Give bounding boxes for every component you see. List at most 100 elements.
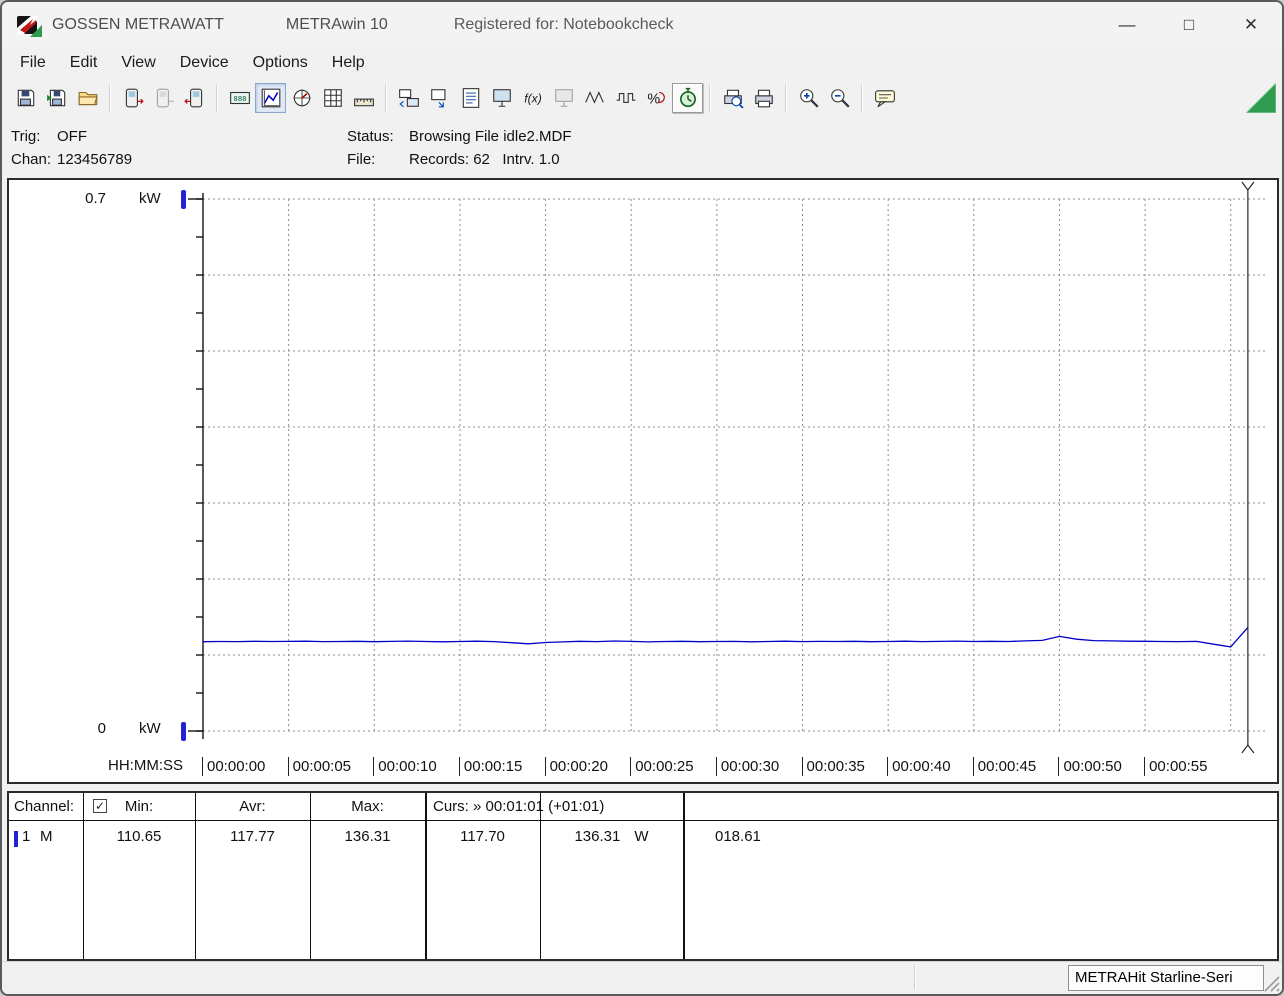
trig-label: Trig: — [11, 128, 41, 145]
row-channel-number: 1 — [22, 828, 31, 845]
close-button[interactable]: ✕ — [1220, 2, 1282, 48]
minimize-icon: — — [1118, 15, 1136, 34]
y-axis — [181, 190, 204, 741]
header-cursor: Curs: » 00:01:01 (+01:01) — [433, 798, 605, 815]
menu-file[interactable]: File — [8, 51, 58, 75]
chart-icon — [260, 87, 282, 109]
wave2-icon — [615, 87, 637, 109]
chart-view-button[interactable] — [255, 83, 286, 113]
x-tick-label: 00:00:55 — [1144, 757, 1207, 776]
toolbar-separator — [785, 85, 787, 111]
toolbar-separator — [709, 85, 711, 111]
x-tick-label: 00:00:10 — [373, 757, 437, 776]
minimize-button[interactable]: — — [1096, 2, 1158, 48]
toolbar-separator — [861, 85, 863, 111]
x-tick-label: 00:00:40 — [887, 757, 951, 776]
save-setup-button[interactable] — [10, 83, 41, 113]
status-label: Status: — [347, 128, 394, 145]
menu-options[interactable]: Options — [241, 51, 320, 75]
zoom-in-button[interactable] — [793, 83, 824, 113]
display-setup-button[interactable] — [424, 83, 455, 113]
y-max-label: 0.7 — [85, 190, 106, 207]
x-tick-label: 00:00:00 — [202, 757, 265, 776]
monitor-icon — [491, 87, 513, 109]
note-icon — [874, 87, 896, 109]
scale-view-button[interactable] — [348, 83, 379, 113]
fx-icon: f(x) — [522, 87, 544, 109]
wave-icon — [584, 87, 606, 109]
menu-edit[interactable]: Edit — [58, 51, 110, 75]
row-avr-value: 117.77 — [230, 828, 275, 845]
row-cursor-max-unit: W — [634, 828, 649, 845]
trig-value: OFF — [57, 128, 87, 145]
table-view-button[interactable] — [317, 83, 348, 113]
percent-icon: % — [646, 87, 668, 109]
scope-view-button[interactable] — [286, 83, 317, 113]
device-out-icon — [183, 87, 206, 109]
power-chart[interactable] — [9, 180, 1277, 782]
toolbar-separator — [216, 85, 218, 111]
signal-a-button[interactable] — [579, 83, 610, 113]
energy-button[interactable]: % — [641, 83, 672, 113]
close-icon: ✕ — [1243, 15, 1259, 34]
screen-button[interactable] — [548, 83, 579, 113]
monitor2-icon — [553, 87, 575, 109]
titlebar-app-name: METRAwin 10 — [285, 16, 388, 33]
list-setup-button[interactable] — [455, 83, 486, 113]
monitor-button[interactable] — [486, 83, 517, 113]
ruler-icon — [353, 87, 375, 109]
statusbar-divider — [914, 966, 916, 990]
header-channel: Channel: — [14, 798, 75, 815]
cursor-line[interactable] — [1241, 181, 1255, 754]
signal-b-button[interactable] — [610, 83, 641, 113]
toolbar-separator — [109, 85, 111, 111]
toolbar: 888 f(x)% — [2, 78, 1282, 118]
row-extra-value: 018.61 — [715, 828, 761, 845]
zoom-in-icon — [798, 87, 820, 109]
device-send-button[interactable] — [179, 83, 210, 113]
x-tick-label: 00:00:20 — [544, 757, 608, 776]
range-marker-top — [181, 190, 186, 209]
x-tick-label: 00:00:30 — [715, 757, 779, 776]
save-data-button[interactable] — [41, 83, 72, 113]
numeric-view-button[interactable]: 888 — [224, 83, 255, 113]
header-min: Min: — [124, 798, 154, 815]
header-divider — [9, 820, 1277, 821]
print-preview-button[interactable] — [717, 83, 748, 113]
titlebar: GOSSEN METRAWATT METRAwin 10 Registered … — [2, 2, 1282, 48]
menu-view[interactable]: View — [109, 51, 167, 75]
folder-icon — [77, 87, 99, 109]
chart-panel[interactable]: 0.7 kW 0 kW HH:MM:SS 00:00:00 00:00:05 00:… — [7, 178, 1279, 784]
win-arrow-icon — [429, 87, 451, 109]
menu-help[interactable]: Help — [320, 51, 377, 75]
channel-setup-button[interactable] — [393, 83, 424, 113]
maximize-button[interactable]: □ — [1158, 2, 1220, 48]
device-pause-button[interactable] — [148, 83, 179, 113]
svg-text:f(x): f(x) — [524, 91, 541, 105]
header-max: Max: — [351, 798, 384, 815]
window-controls: — □ ✕ — [1096, 2, 1282, 48]
file-label: File: — [347, 151, 376, 168]
printer-icon — [753, 87, 775, 109]
column-divider — [310, 793, 311, 959]
x-tick-label: 00:00:35 — [801, 757, 865, 776]
formula-button[interactable]: f(x) — [517, 83, 548, 113]
timer-button[interactable] — [672, 83, 703, 113]
menu-device[interactable]: Device — [168, 51, 241, 75]
measurement-table: Channel: ✓ Min: Avr: Max: Curs: » 00:01:… — [7, 791, 1279, 961]
titlebar-registered: Registered for: Notebookcheck — [453, 16, 674, 33]
device-read-button[interactable] — [117, 83, 148, 113]
column-divider — [683, 793, 685, 959]
zoom-out-button[interactable] — [824, 83, 855, 113]
open-file-button[interactable] — [72, 83, 103, 113]
chan-label: Chan: — [11, 151, 52, 168]
print-button[interactable] — [748, 83, 779, 113]
comment-button[interactable] — [869, 83, 900, 113]
floppy2-icon — [46, 87, 68, 109]
device-status-field: METRAHit Starline-Seri — [1068, 965, 1264, 991]
row-max-value: 136.31 — [344, 828, 391, 845]
resize-grip-icon[interactable] — [1262, 974, 1280, 992]
device-off-icon — [153, 87, 175, 109]
header-avr: Avr: — [239, 798, 266, 815]
gauge-icon — [291, 87, 313, 109]
